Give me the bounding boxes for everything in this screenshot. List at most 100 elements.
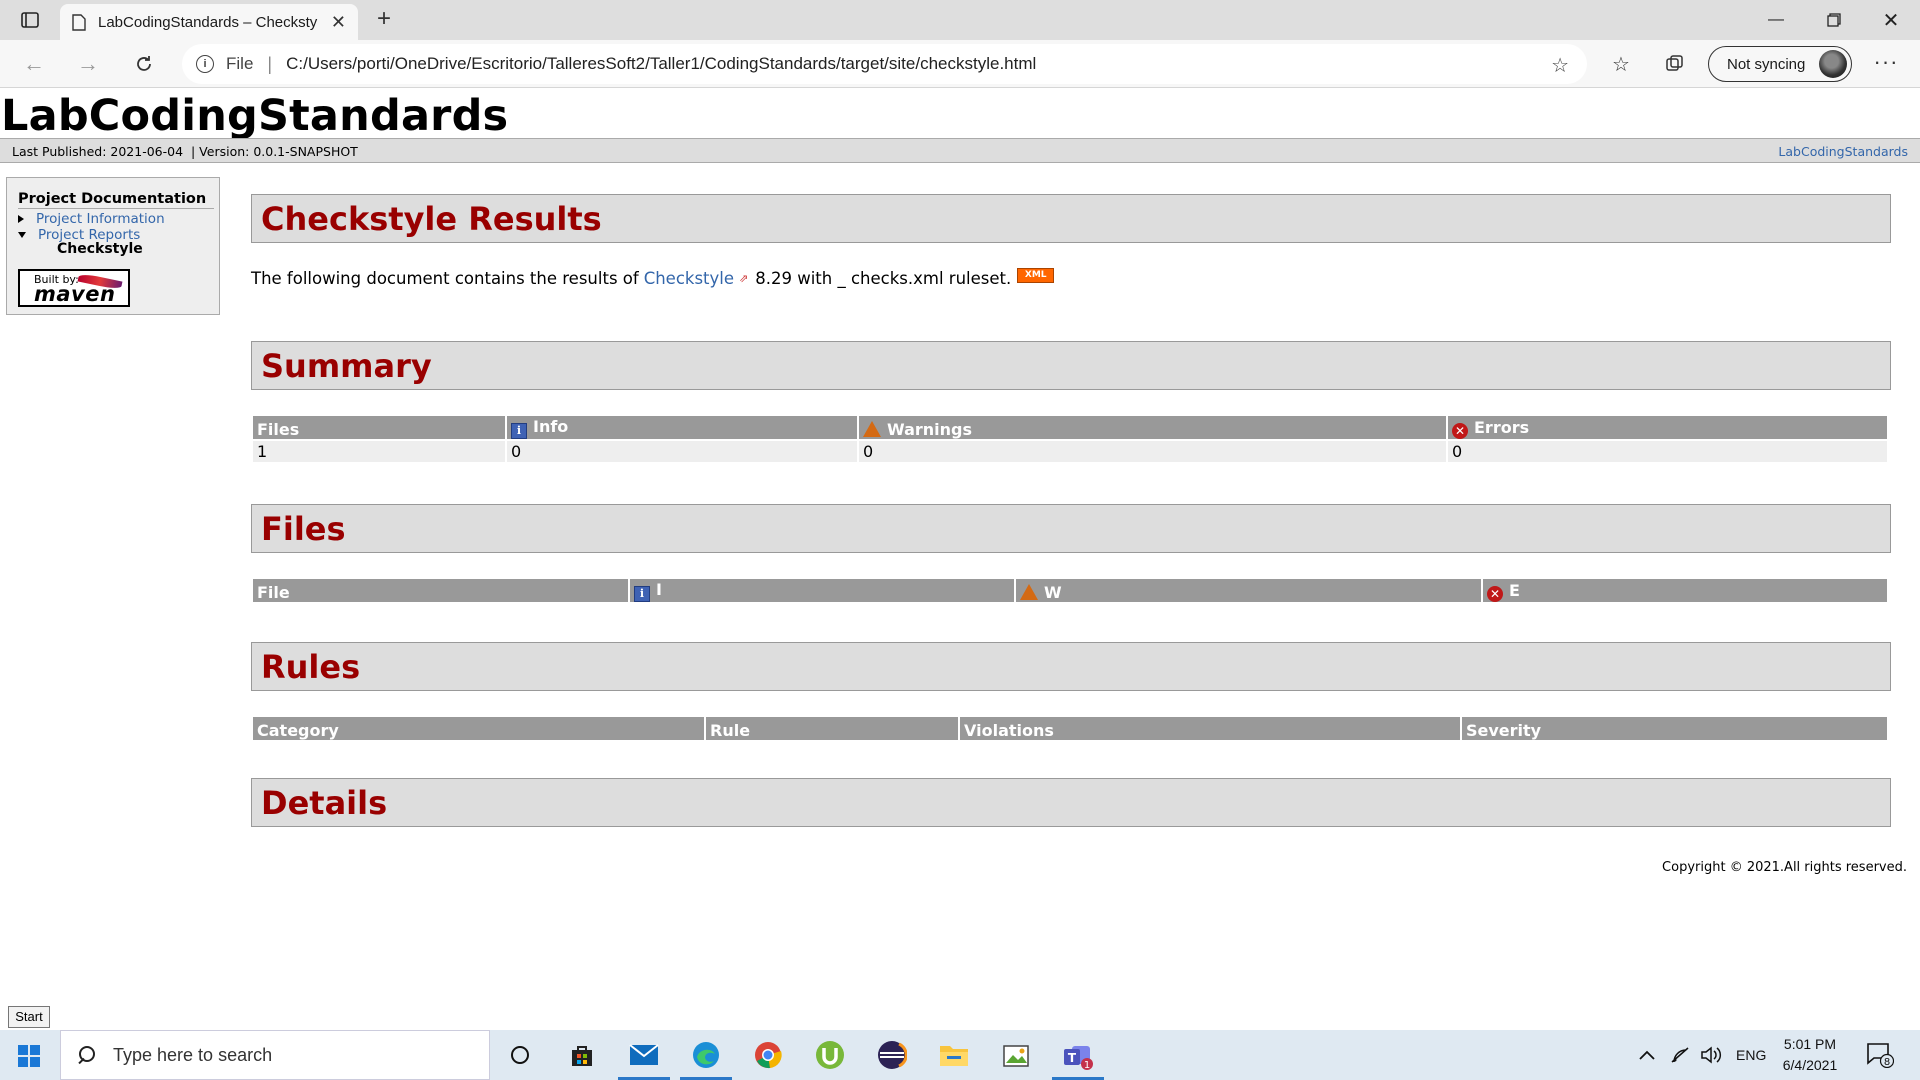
favorites-icon[interactable]: ☆ [1606,50,1636,78]
browser-tab-active[interactable]: LabCodingStandards – Checksty ✕ [60,4,358,40]
url-text: C:/Users/porti/OneDrive/Escritorio/Talle… [286,54,1037,73]
refresh-icon [137,56,151,71]
published-date: Last Published: 2021-06-04 [12,144,184,159]
teams-icon: T1 [1064,1046,1093,1070]
cell-files: 1 [253,441,505,462]
cortana-icon [511,1046,529,1064]
search-placeholder: Type here to search [113,1044,273,1065]
error-icon: ✕ [1487,586,1503,602]
start-button[interactable] [18,1045,40,1067]
table-header-row: Files i Info Warnings ✕ Errors [253,416,1887,439]
built-by-maven-logo[interactable]: Built by: maven [18,269,130,307]
restore-button[interactable] [1805,0,1863,40]
taskbar-photos[interactable] [986,1030,1046,1080]
section-heading-results: Checkstyle Results [251,194,1891,243]
info-icon: i [634,586,650,602]
cell-errors: 0 [1448,441,1887,462]
add-favorite-icon[interactable]: ☆ [1551,53,1569,78]
table-row: 1 0 0 0 [253,441,1887,462]
action-center-button[interactable]: 8 [1866,1042,1895,1069]
col-i-label: I [656,580,662,599]
collections-icon[interactable] [1660,50,1690,78]
profile-sync-button[interactable]: Not syncing [1708,46,1852,82]
url-field[interactable]: i File | C:/Users/porti/OneDrive/Escrito… [182,44,1587,84]
col-severity: Severity [1462,717,1887,740]
taskbar-search-input[interactable]: Type here to search [60,1030,490,1080]
rules-table: Category Rule Violations Severity [251,715,1889,742]
expanded-arrow-icon [18,232,26,238]
col-info: i Info [507,416,857,439]
back-button[interactable]: ← [16,48,52,80]
warning-icon [863,421,881,437]
speaker-icon [1701,1046,1722,1064]
new-tab-button[interactable]: + [368,6,400,34]
tab-actions-icon [21,12,39,28]
tab-title: LabCodingStandards – Checksty [98,13,318,31]
minimize-button[interactable]: — [1747,0,1805,40]
clock-date: 6/4/2021 [1782,1057,1838,1073]
taskbar-eclipse[interactable] [862,1030,922,1080]
taskbar-edge[interactable] [676,1030,736,1080]
search-icon [77,1046,95,1064]
page-icon [72,13,86,31]
cell-info: 0 [507,441,857,462]
col-e: ✕ E [1483,579,1887,602]
cortana-button[interactable] [490,1030,550,1080]
version-info: | Version: 0.0.1-SNAPSHOT [190,144,358,159]
refresh-button[interactable] [126,48,162,80]
intro-after: 8.29 with _ checks.xml ruleset. [755,269,1012,288]
intro-text: The following document contains the resu… [251,268,1055,288]
mail-icon [629,1044,659,1065]
taskbar-teams[interactable]: T1 [1048,1030,1108,1080]
taskbar-mail[interactable] [614,1030,674,1080]
nav-item-project-information[interactable]: Project Information [18,211,165,227]
col-files: Files [253,416,505,439]
close-window-button[interactable]: ✕ [1862,0,1920,40]
show-hidden-icons[interactable] [1638,1030,1656,1080]
system-clock[interactable]: 5:01 PM 6/4/2021 [1770,1034,1850,1076]
teams-badge: 1 [1084,1060,1090,1070]
col-i: iI [630,579,1014,602]
forward-button[interactable]: → [70,48,106,80]
avatar [1819,50,1847,78]
section-heading-rules: Rules [251,642,1891,691]
external-link-icon: ⇗ [739,272,749,285]
taskbar-utorrent[interactable] [800,1030,860,1080]
table-header-row: File iI W ✕ E [253,579,1887,602]
sync-label: Not syncing [1727,55,1806,73]
collapsed-arrow-icon [18,215,24,223]
tab-actions-button[interactable] [10,6,50,34]
volume-control[interactable] [1700,1030,1722,1080]
col-file: File [253,579,628,602]
clock-time: 5:01 PM [1783,1036,1837,1052]
xml-feed-badge[interactable]: XML [1017,268,1055,283]
copyright-text: Copyright © 2021.All rights reserved. [1662,860,1907,875]
address-bar: ← → i File | C:/Users/porti/OneDrive/Esc… [0,40,1920,88]
col-errors-label: Errors [1474,418,1530,437]
language-indicator[interactable]: ENG [1736,1030,1766,1080]
col-violations: Violations [960,717,1460,740]
breadcrumb-project-link[interactable]: LabCodingStandards [1778,144,1908,159]
taskbar: Type here to search T1 ENG 5:01 PM 6/4/2… [0,1030,1920,1080]
sidebar-nav: Project Documentation Project Informatio… [6,177,220,315]
checkstyle-link[interactable]: Checkstyle [644,269,734,288]
nav-heading: Project Documentation [18,191,214,209]
site-title: LabCodingStandards [1,91,509,141]
taskbar-store[interactable] [552,1030,612,1080]
network-status[interactable] [1670,1030,1690,1080]
info-icon: i [511,423,527,439]
summary-table: Files i Info Warnings ✕ Errors 1 0 0 0 [251,414,1889,464]
notification-icon: 8 [1867,1043,1895,1069]
more-options-icon[interactable]: ··· [1868,48,1904,80]
section-heading-files: Files [251,504,1891,553]
close-tab-icon[interactable]: ✕ [331,12,346,33]
col-w: W [1016,579,1481,602]
chrome-icon [755,1042,782,1069]
taskbar-chrome[interactable] [738,1030,798,1080]
notification-count: 8 [1884,1057,1890,1068]
utorrent-icon [816,1041,844,1069]
site-info-icon[interactable]: i [196,55,214,73]
folder-icon [940,1046,968,1066]
taskbar-file-explorer[interactable] [924,1030,984,1080]
publish-info: Last Published: 2021-06-04 | Version: 0.… [12,144,358,159]
